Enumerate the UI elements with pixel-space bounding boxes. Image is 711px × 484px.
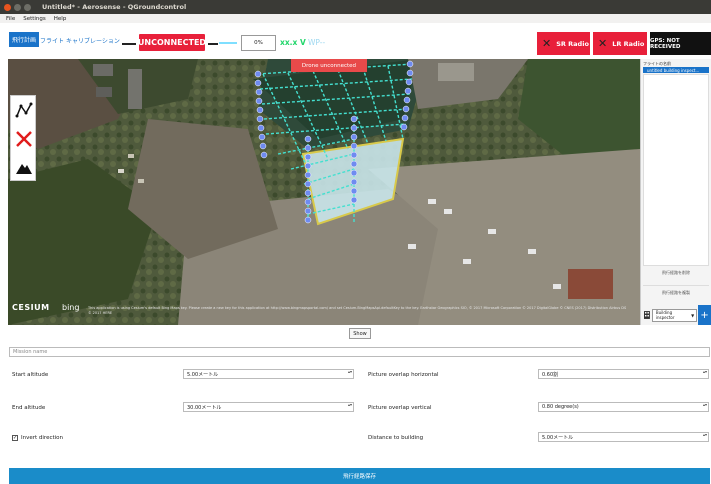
red-x-icon xyxy=(16,131,32,147)
minimize-window-button[interactable] xyxy=(14,3,21,11)
overlap-horizontal-label: Picture overlap horizontal xyxy=(368,372,439,378)
spin-arrows-icon[interactable]: ▴▾ xyxy=(348,370,352,374)
add-mission-button[interactable]: + xyxy=(698,305,711,325)
battery-percent-box: 0% xyxy=(241,35,276,51)
start-altitude-field[interactable]: 5.00メートル ▴▾ xyxy=(183,369,354,379)
satellite-map-graphic xyxy=(8,59,640,325)
mission-type-value: Building inspector xyxy=(655,310,675,320)
flight-list[interactable] xyxy=(643,74,709,270)
maximize-window-button[interactable] xyxy=(24,3,31,11)
main-toolbar: 飛行計画 フライト キャリブレーション UNCONNECTED 0% xx.x … xyxy=(0,23,711,59)
start-altitude-value: 5.00メートル xyxy=(187,371,219,378)
end-altitude-value: 30.00メートル xyxy=(187,404,222,411)
menu-help[interactable]: Help xyxy=(54,16,67,22)
window-titlebar: Untitled* - Aerosense - QGroundcontrol xyxy=(0,0,711,14)
drone-unconnected-tooltip: Drone unconnected xyxy=(291,59,367,72)
spin-arrows-icon[interactable]: ▴▾ xyxy=(703,403,707,407)
mission-type-bar: Building inspector ▼ + xyxy=(640,305,711,325)
gps-status-badge: GPS: NOT RECEIVED xyxy=(650,32,711,55)
sr-radio-status: ✕ SR Radio xyxy=(537,32,590,55)
lr-radio-status: ✕ LR Radio xyxy=(593,32,647,55)
copy-flight-button[interactable]: 飛行経路を複製 xyxy=(643,285,709,299)
distance-to-building-value: 5.00メートル xyxy=(542,434,574,441)
draw-path-tool[interactable] xyxy=(11,96,37,124)
distance-to-building-label: Distance to building xyxy=(368,435,424,441)
spin-arrows-icon[interactable]: ▴▾ xyxy=(703,433,707,437)
lr-radio-label: LR Radio xyxy=(612,39,645,48)
spin-arrows-icon[interactable]: ▴▾ xyxy=(348,403,352,407)
flight-list-item-selected[interactable]: untitled building inspect... xyxy=(643,67,709,73)
menu-settings[interactable]: Settings xyxy=(23,16,46,22)
delete-flight-button[interactable]: 飛行経路を削除 xyxy=(643,265,709,279)
mission-type-select[interactable]: Building inspector ▼ xyxy=(651,308,698,322)
tab-plan[interactable]: 飛行計画 xyxy=(9,32,40,47)
voltage-readout: xx.x V xyxy=(280,38,306,47)
map-attribution: This application is using Cesium's defau… xyxy=(88,306,627,315)
cesium-logo: CESIUM xyxy=(12,303,50,312)
connection-dash-left xyxy=(122,43,136,45)
tab-fly[interactable]: フライト xyxy=(40,36,64,45)
connection-status-badge: UNCONNECTED xyxy=(138,34,206,51)
map-tools-panel xyxy=(10,95,36,181)
overlap-vertical-label: Picture overlap vertical xyxy=(368,405,432,411)
flight-list-sidebar: フライトの名前 untitled building inspect... 飛行経… xyxy=(640,59,711,325)
overlap-vertical-field[interactable]: 0.80 degree(s) ▴▾ xyxy=(538,402,709,412)
distance-to-building-field[interactable]: 5.00メートル ▴▾ xyxy=(538,432,709,442)
invert-direction-label: Invert direction xyxy=(21,435,64,441)
spin-arrows-icon[interactable]: ▴▾ xyxy=(703,370,707,374)
save-flight-path-button[interactable]: 飛行経路保存 xyxy=(9,468,710,484)
clear-path-tool[interactable] xyxy=(11,125,37,153)
overlap-horizontal-field[interactable]: 0.60割 ▴▾ xyxy=(538,369,709,379)
polyline-icon xyxy=(15,102,33,118)
mountain-icon xyxy=(16,164,32,174)
show-button[interactable]: Show xyxy=(349,328,371,339)
close-window-button[interactable] xyxy=(4,3,11,11)
terrain-tool[interactable] xyxy=(11,154,37,182)
lr-radio-x-icon: ✕ xyxy=(598,37,608,50)
window-title: Untitled* - Aerosense - QGroundcontrol xyxy=(42,3,187,11)
building-icon xyxy=(644,311,650,319)
sr-radio-x-icon: ✕ xyxy=(542,37,552,50)
start-altitude-label: Start altitude xyxy=(12,372,49,378)
overlap-vertical-value: 0.80 degree(s) xyxy=(542,404,579,410)
menu-file[interactable]: File xyxy=(6,16,15,22)
battery-bar xyxy=(219,42,237,44)
map-view[interactable]: Drone unconnected CESIUM bing This appli… xyxy=(8,59,640,325)
overlap-horizontal-value: 0.60割 xyxy=(542,371,559,378)
bing-logo: bing xyxy=(62,303,80,312)
end-altitude-label: End altitude xyxy=(12,405,46,411)
waypoint-readout: WP-- xyxy=(308,38,326,47)
end-altitude-field[interactable]: 30.00メートル ▴▾ xyxy=(183,402,354,412)
sr-radio-label: SR Radio xyxy=(556,39,589,48)
mission-name-input[interactable]: Mission name xyxy=(9,347,710,357)
tab-calibration[interactable]: キャリブレーション xyxy=(66,36,120,45)
chevron-down-icon: ▼ xyxy=(691,312,695,318)
menu-bar: File Settings Help xyxy=(0,14,711,23)
connection-dash-right xyxy=(208,43,218,45)
invert-direction-checkbox[interactable]: ✓ xyxy=(12,435,18,441)
